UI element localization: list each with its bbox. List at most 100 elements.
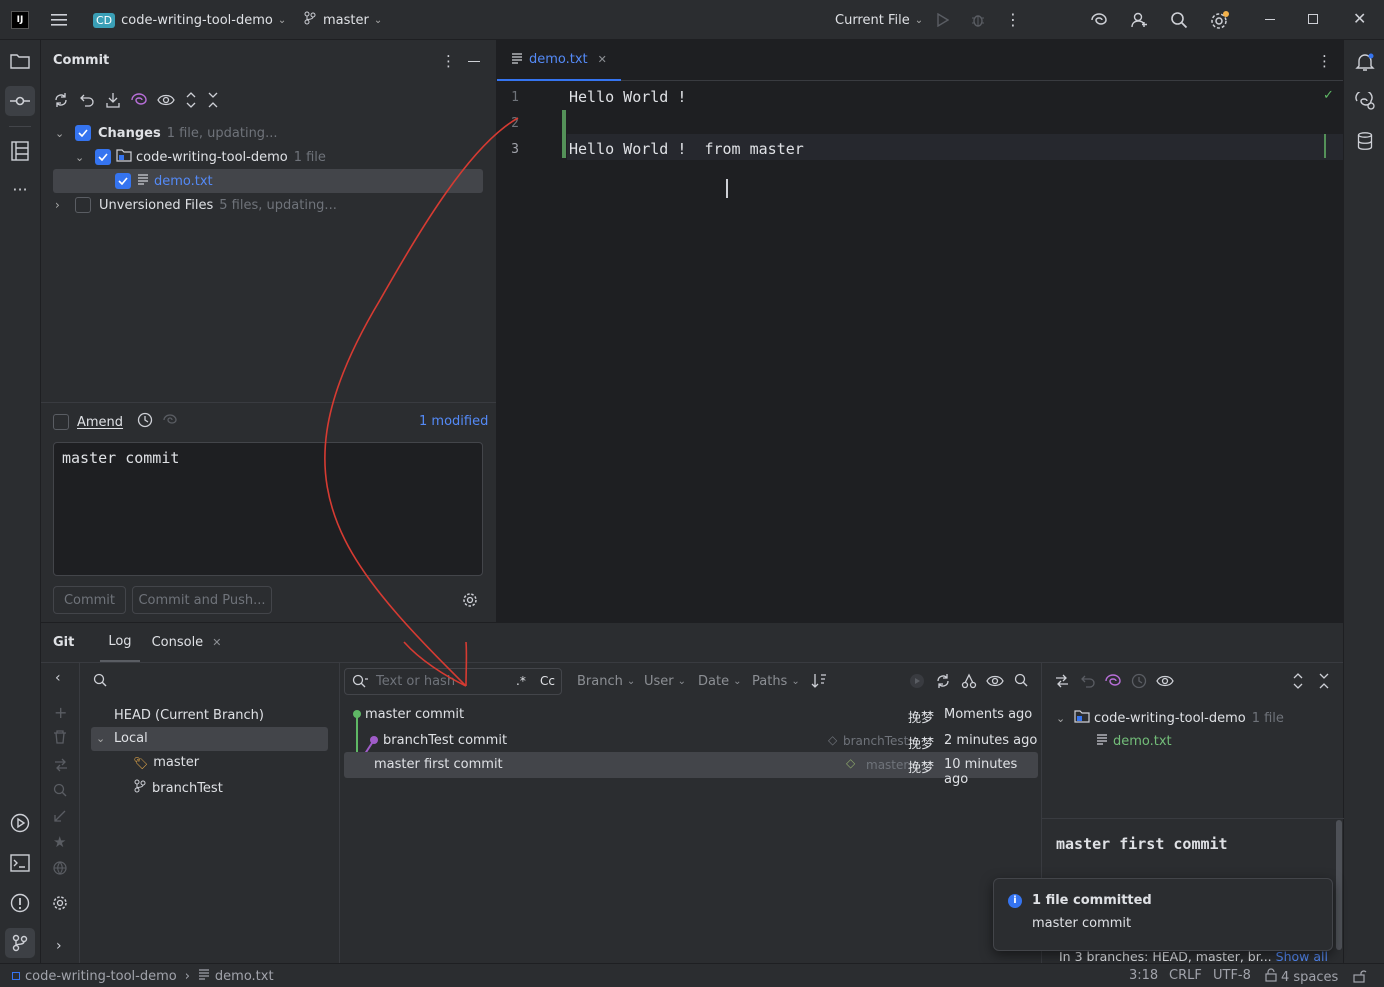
regex-toggle[interactable]: .*	[516, 674, 526, 688]
commit-row[interactable]: master commit 挽梦 Moments ago	[344, 704, 1038, 728]
download-icon[interactable]	[105, 92, 121, 108]
terminal-icon[interactable]	[9, 852, 31, 874]
eye-icon[interactable]	[157, 93, 175, 107]
branch-master[interactable]: 🏷 master	[133, 755, 199, 770]
details-scrollbar[interactable]	[1336, 820, 1342, 950]
add-user-icon[interactable]	[1130, 11, 1150, 29]
tab-log[interactable]: Log	[100, 623, 140, 662]
read-only-lock-icon[interactable]	[1353, 969, 1367, 987]
details-eye-icon[interactable]	[1156, 674, 1174, 692]
branch-switcher[interactable]: master ⌄	[304, 10, 382, 30]
favorite-star-icon[interactable]: ★	[53, 833, 66, 851]
paths-filter[interactable]: Paths ⌄	[752, 674, 800, 689]
module-checkbox[interactable]	[95, 149, 111, 165]
debug-icon[interactable]	[969, 11, 987, 29]
log-search-icon[interactable]	[1014, 673, 1028, 691]
minimize-window-icon[interactable]	[1265, 19, 1275, 20]
history-icon[interactable]	[1131, 673, 1147, 693]
module-node[interactable]: ⌄ code-writing-tool-demo 1 file	[75, 148, 326, 166]
status-file[interactable]: demo.txt	[215, 969, 274, 984]
user-filter[interactable]: User ⌄	[644, 674, 686, 689]
settings-icon[interactable]	[1209, 10, 1231, 30]
status-project[interactable]: code-writing-tool-demo	[25, 969, 177, 984]
project-folder-icon[interactable]	[9, 51, 31, 71]
unversioned-node[interactable]: › Unversioned Files 5 files, updating...	[55, 196, 337, 214]
commit-tool-icon[interactable]	[5, 86, 35, 116]
log-eye-icon[interactable]	[986, 674, 1004, 692]
unversioned-checkbox[interactable]	[75, 197, 91, 213]
file-node[interactable]: demo.txt	[115, 172, 213, 190]
update-branch-icon[interactable]	[53, 809, 67, 827]
editor-options-icon[interactable]: ⋮	[1317, 52, 1332, 70]
amend-label[interactable]: Amend	[77, 415, 123, 430]
commit-message-input[interactable]: master commit	[53, 442, 483, 576]
services-run-icon[interactable]	[9, 812, 31, 834]
expand-all-icon[interactable]	[1292, 673, 1304, 693]
file-checkbox[interactable]	[115, 173, 131, 189]
details-module-node[interactable]: ⌄ code-writing-tool-demo 1 file	[1056, 709, 1284, 727]
show-diff-icon[interactable]	[1054, 673, 1070, 693]
ai-generate-icon[interactable]	[163, 413, 177, 431]
status-indent[interactable]: 4 spaces	[1265, 968, 1338, 986]
problems-icon[interactable]	[9, 892, 31, 914]
run-config-selector[interactable]: Current File ⌄	[835, 10, 923, 30]
project-switcher[interactable]: CD code-writing-tool-demo ⌄	[93, 10, 286, 30]
commit-button[interactable]: Commit	[53, 586, 126, 614]
hide-panel-icon[interactable]	[468, 61, 480, 62]
editor-tab-demo[interactable]: demo.txt ✕	[497, 40, 621, 81]
status-line-separator[interactable]: CRLF	[1169, 968, 1202, 983]
panel-options-icon[interactable]: ⋮	[441, 52, 456, 70]
delete-branch-icon[interactable]	[53, 729, 67, 749]
branch-head[interactable]: HEAD (Current Branch)	[114, 708, 264, 723]
log-refresh-icon[interactable]	[935, 673, 951, 693]
chevron-right-icon[interactable]: ›	[56, 938, 62, 954]
close-console-icon[interactable]: ✕	[212, 636, 221, 649]
search-icon[interactable]	[1169, 11, 1189, 29]
log-search-field[interactable]: Text or hash .* Cc	[344, 668, 562, 695]
changes-checkbox[interactable]	[75, 125, 91, 141]
tab-console[interactable]: Console	[152, 635, 204, 650]
branch-search-icon[interactable]	[93, 673, 107, 691]
structure-icon[interactable]	[9, 140, 31, 162]
collapse-all-icon[interactable]	[207, 92, 219, 108]
chevron-left-icon[interactable]: ‹	[55, 670, 61, 686]
amend-checkbox[interactable]	[53, 414, 69, 430]
status-position[interactable]: 3:18	[1129, 968, 1158, 983]
show-all-link[interactable]: Show all	[1276, 949, 1328, 964]
revert-icon[interactable]	[1080, 673, 1096, 693]
git-tool-icon[interactable]	[5, 928, 35, 958]
app-logo-icon[interactable]: IJ	[11, 11, 29, 29]
notification-balloon[interactable]: i 1 file committed master commit	[993, 878, 1333, 951]
graph-options-icon[interactable]	[961, 673, 977, 693]
run-icon[interactable]	[934, 11, 952, 29]
branch-filter[interactable]: Branch ⌄	[577, 674, 635, 689]
status-encoding[interactable]: UTF-8	[1213, 968, 1251, 983]
collapse-all-icon[interactable]	[1318, 673, 1330, 693]
close-tab-icon[interactable]: ✕	[598, 53, 607, 66]
notifications-icon[interactable]	[1354, 51, 1376, 73]
commit-row-selected[interactable]: master first commit ◇ master 挽梦 10 minut…	[344, 752, 1038, 787]
cherry-pick-icon[interactable]	[909, 673, 925, 693]
ai-chat-icon[interactable]	[1354, 90, 1376, 112]
find-branch-icon[interactable]	[53, 783, 67, 801]
rollback-icon[interactable]	[79, 92, 95, 108]
ai-explain-icon[interactable]	[1105, 673, 1121, 693]
git-settings-gear-icon[interactable]	[52, 895, 68, 915]
history-icon[interactable]	[137, 412, 153, 432]
date-filter[interactable]: Date ⌄	[698, 674, 741, 689]
commit-options-gear-icon[interactable]	[461, 591, 479, 609]
more-actions-icon[interactable]: ⋮	[1005, 11, 1021, 29]
expand-all-icon[interactable]	[185, 92, 197, 108]
compare-branch-icon[interactable]	[53, 757, 69, 777]
more-tools-icon[interactable]: ···	[9, 180, 31, 200]
remote-globe-icon[interactable]	[53, 861, 67, 879]
add-branch-icon[interactable]: +	[54, 703, 67, 722]
line-text[interactable]: Hello World ! from master	[569, 140, 804, 158]
ai-icon[interactable]	[131, 92, 147, 108]
details-file-node[interactable]: demo.txt	[1096, 733, 1172, 749]
close-window-icon[interactable]: ✕	[1353, 10, 1367, 28]
case-toggle[interactable]: Cc	[540, 674, 555, 688]
branch-branchtest[interactable]: branchTest	[134, 779, 223, 797]
main-menu-icon[interactable]	[50, 11, 68, 29]
commit-and-push-button[interactable]: Commit and Push...	[132, 586, 272, 614]
